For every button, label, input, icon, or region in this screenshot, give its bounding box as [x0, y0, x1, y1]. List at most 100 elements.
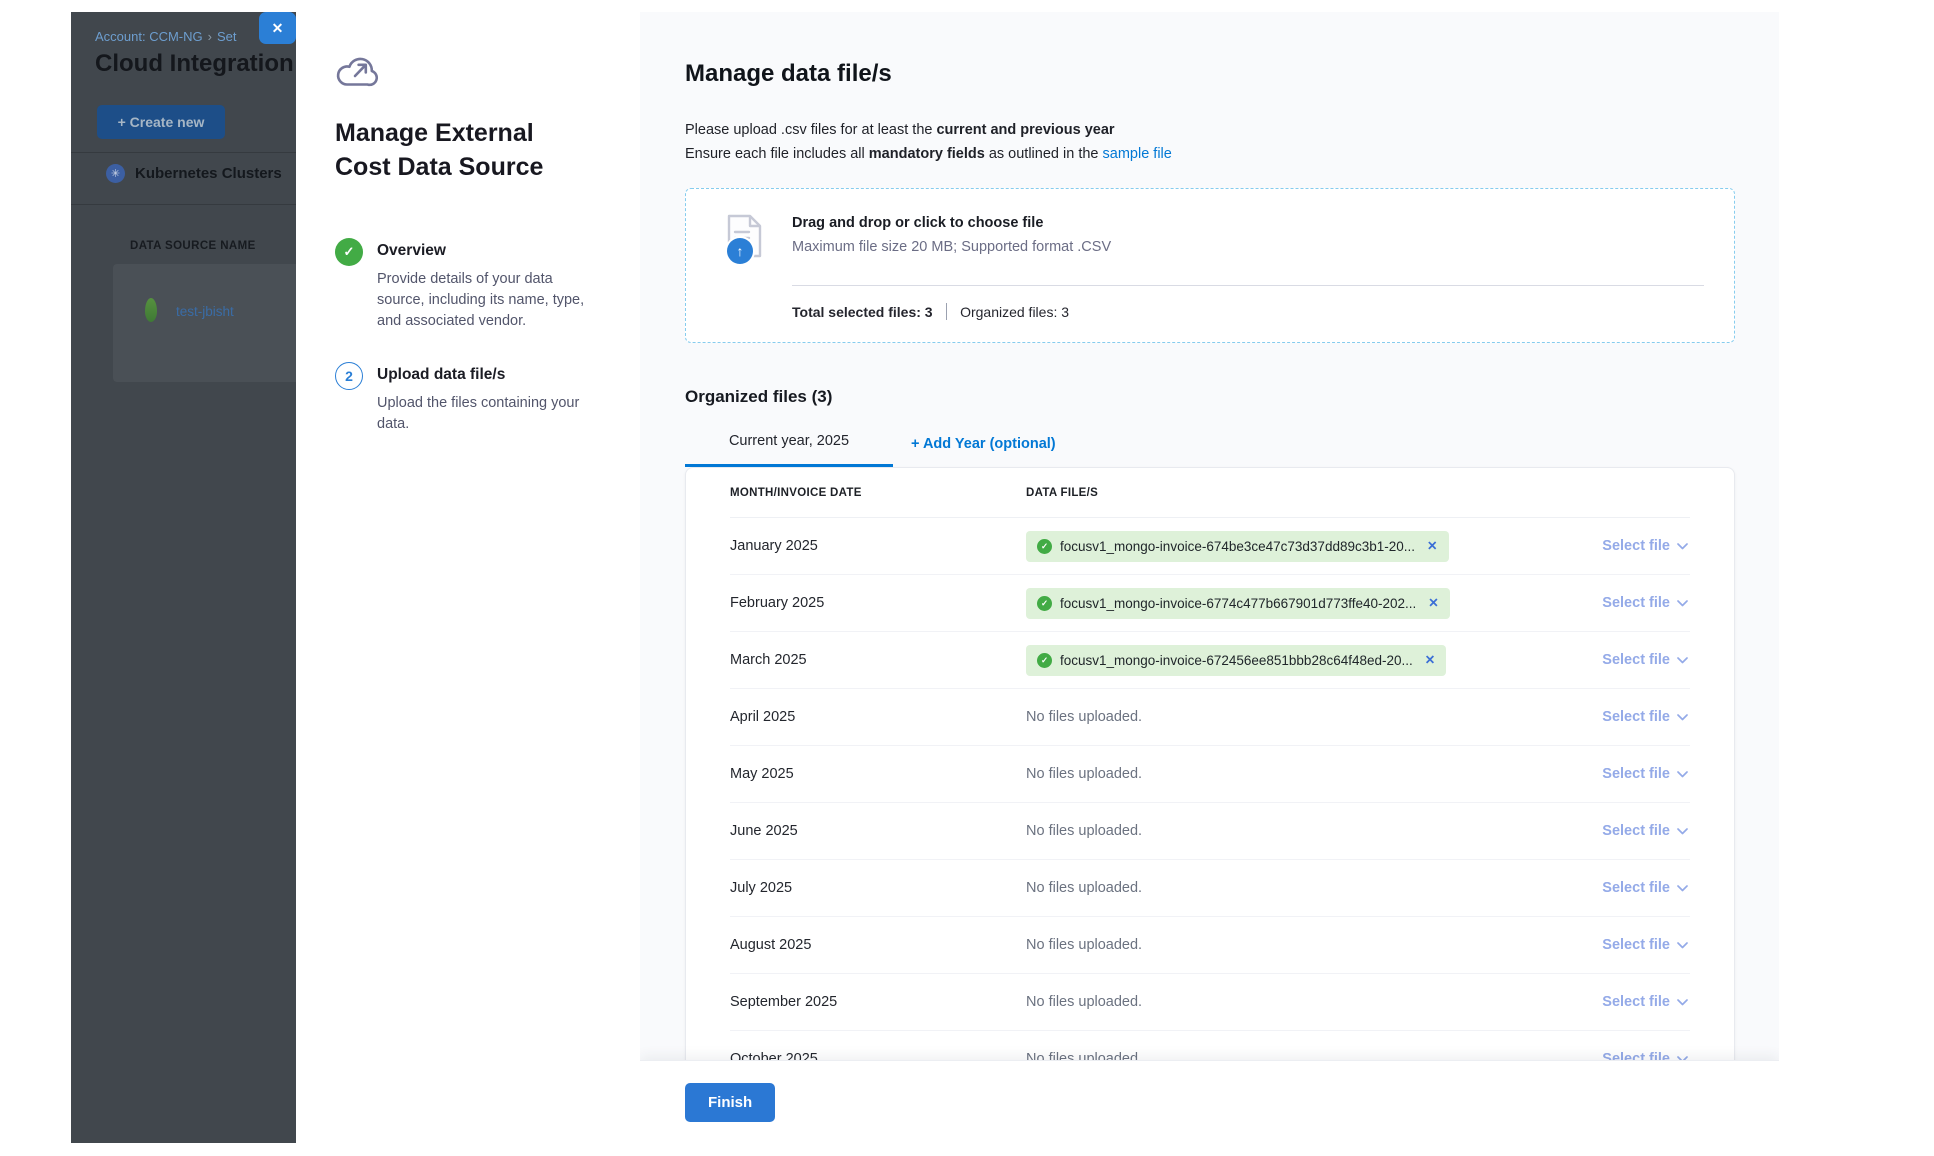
month-label: February 2025 [730, 595, 824, 611]
divider [792, 285, 1704, 286]
nav-tab-label: Kubernetes Clusters [135, 165, 282, 182]
breadcrumb: Account: CCM-NG › Set [95, 29, 237, 44]
table-row: August 2025 No files uploaded. Select fi… [730, 917, 1690, 974]
chevron-down-icon [1677, 828, 1688, 835]
select-file-label: Select file [1602, 823, 1670, 839]
empty-text: No files uploaded. [1026, 709, 1142, 725]
select-file-dropdown[interactable]: Select file [1602, 880, 1690, 896]
data-source-row: test-jbisht [113, 264, 296, 382]
step-number-icon: 2 [335, 362, 363, 390]
file-chip-label: focusv1_mongo-invoice-672456ee851bbb28c6… [1060, 653, 1413, 668]
finish-button[interactable]: Finish [685, 1083, 775, 1122]
add-year-button[interactable]: + Add Year (optional) [899, 436, 1068, 467]
tab-current-year[interactable]: Current year, 2025 [685, 433, 893, 467]
divider [71, 152, 296, 153]
month-label: July 2025 [730, 880, 792, 896]
month-label: March 2025 [730, 652, 807, 668]
total-selected-files: Total selected files: 3 [792, 304, 933, 320]
chevron-down-icon [1677, 885, 1688, 892]
select-file-label: Select file [1602, 766, 1670, 782]
wizard-steps: ✓ Overview Provide details of your data … [335, 238, 600, 435]
select-file-dropdown[interactable]: Select file [1602, 766, 1690, 782]
monthly-files-card: MONTH/INVOICE DATE DATA FILE/S January 2… [685, 467, 1735, 1089]
step-description: Provide details of your data source, inc… [377, 269, 592, 332]
instruction-line-2: Ensure each file includes all mandatory … [685, 142, 1735, 166]
empty-text: No files uploaded. [1026, 994, 1142, 1010]
file-chip: ✓ focusv1_mongo-invoice-674be3ce47c73d37… [1026, 531, 1449, 562]
chevron-down-icon [1677, 657, 1688, 664]
step-title: Overview [377, 238, 592, 260]
empty-text: No files uploaded. [1026, 937, 1142, 953]
organized-files-heading: Organized files (3) [685, 387, 1735, 407]
select-file-dropdown[interactable]: Select file [1602, 994, 1690, 1010]
chevron-down-icon [1677, 999, 1688, 1006]
upload-instructions: Please upload .csv files for at least th… [685, 118, 1735, 166]
breadcrumb-separator-icon: › [208, 29, 212, 44]
select-file-dropdown[interactable]: Select file [1602, 538, 1690, 554]
empty-text: No files uploaded. [1026, 823, 1142, 839]
create-new-button[interactable]: + Create new [97, 105, 225, 139]
file-chip-label: focusv1_mongo-invoice-674be3ce47c73d37dd… [1060, 539, 1415, 554]
nav-tab-kubernetes-clusters[interactable]: ✳ Kubernetes Clusters [106, 164, 282, 183]
month-rows: January 2025 ✓ focusv1_mongo-invoice-674… [730, 518, 1690, 1088]
wizard-title: Manage External Cost Data Source [335, 116, 590, 184]
remove-file-icon[interactable]: ✕ [1425, 654, 1435, 667]
table-row: July 2025 No files uploaded. Select file [730, 860, 1690, 917]
select-file-label: Select file [1602, 937, 1670, 953]
select-file-dropdown[interactable]: Select file [1602, 652, 1690, 668]
select-file-label: Select file [1602, 709, 1670, 725]
select-file-dropdown[interactable]: Select file [1602, 595, 1690, 611]
year-tabs: Current year, 2025 + Add Year (optional) [685, 433, 1735, 467]
manage-external-cost-dialog: ✕ Manage External Cost Data Source ✓ Ove… [296, 12, 1779, 1143]
column-header-month: MONTH/INVOICE DATE [730, 487, 1026, 499]
data-source-name-column-header: DATA SOURCE NAME [130, 240, 256, 252]
step-upload-data-files: 2 Upload data file/s Upload the files co… [335, 362, 600, 435]
wizard-side-panel: Manage External Cost Data Source ✓ Overv… [296, 12, 640, 1143]
table-row: June 2025 No files uploaded. Select file [730, 803, 1690, 860]
select-file-label: Select file [1602, 652, 1670, 668]
dropzone-subtitle: Maximum file size 20 MB; Supported forma… [792, 239, 1111, 255]
dimmed-background-page: Account: CCM-NG › Set Cloud Integration + … [71, 12, 296, 1143]
upload-arrow-icon: ↑ [727, 238, 753, 264]
select-file-label: Select file [1602, 538, 1670, 554]
organized-files-count: Organized files: 3 [960, 304, 1069, 320]
table-row: May 2025 No files uploaded. Select file [730, 746, 1690, 803]
sample-file-link[interactable]: sample file [1103, 146, 1172, 162]
page-title: Cloud Integration [95, 50, 294, 78]
file-chip: ✓ focusv1_mongo-invoice-6774c477b667901d… [1026, 588, 1450, 619]
remove-file-icon[interactable]: ✕ [1428, 597, 1438, 610]
close-button[interactable]: ✕ [259, 12, 296, 44]
table-row: April 2025 No files uploaded. Select fil… [730, 689, 1690, 746]
file-success-check-icon: ✓ [1037, 653, 1052, 668]
dropzone-title: Drag and drop or click to choose file [792, 213, 1111, 231]
table-row: September 2025 No files uploaded. Select… [730, 974, 1690, 1031]
column-header-data-files: DATA FILE/S [1026, 487, 1690, 499]
table-row: March 2025 ✓ focusv1_mongo-invoice-67245… [730, 632, 1690, 689]
table-row: February 2025 ✓ focusv1_mongo-invoice-67… [730, 575, 1690, 632]
chevron-down-icon [1677, 600, 1688, 607]
breadcrumb-account-link[interactable]: Account: CCM-NG [95, 29, 203, 44]
empty-text: No files uploaded. [1026, 880, 1142, 896]
select-file-dropdown[interactable]: Select file [1602, 937, 1690, 953]
file-chip-label: focusv1_mongo-invoice-6774c477b667901d77… [1060, 596, 1416, 611]
select-file-dropdown[interactable]: Select file [1602, 709, 1690, 725]
month-label: May 2025 [730, 766, 794, 782]
table-row: January 2025 ✓ focusv1_mongo-invoice-674… [730, 518, 1690, 575]
dialog-footer: Finish [640, 1060, 1779, 1143]
mongodb-leaf-icon [145, 298, 157, 322]
chevron-down-icon [1677, 714, 1688, 721]
data-source-name-link[interactable]: test-jbisht [176, 304, 234, 319]
chevron-down-icon [1677, 942, 1688, 949]
remove-file-icon[interactable]: ✕ [1427, 540, 1437, 553]
upload-step-panel: Manage data file/s Please upload .csv fi… [640, 12, 1779, 1143]
breadcrumb-page-link[interactable]: Set [217, 29, 237, 44]
select-file-dropdown[interactable]: Select file [1602, 823, 1690, 839]
select-file-label: Select file [1602, 595, 1670, 611]
kubernetes-icon: ✳ [106, 164, 125, 183]
file-dropzone[interactable]: ↑ Drag and drop or click to choose file … [685, 188, 1735, 343]
month-label: June 2025 [730, 823, 798, 839]
instruction-line-1: Please upload .csv files for at least th… [685, 118, 1735, 142]
select-file-label: Select file [1602, 994, 1670, 1010]
empty-text: No files uploaded. [1026, 766, 1142, 782]
month-label: January 2025 [730, 538, 818, 554]
